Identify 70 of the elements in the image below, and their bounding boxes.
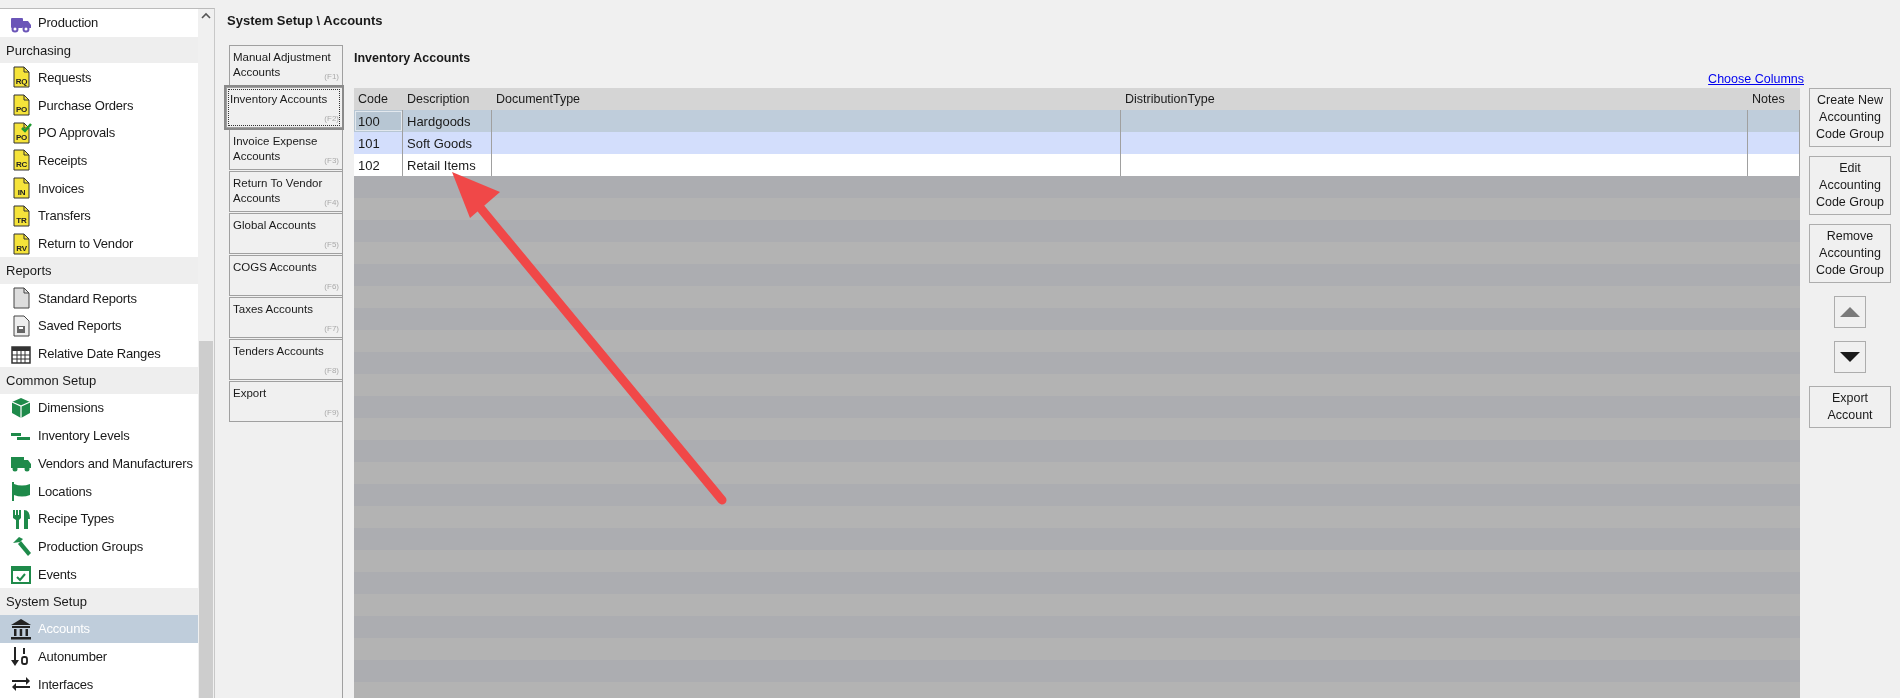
- move-down-button[interactable]: [1834, 341, 1866, 373]
- document-icon: TR: [10, 204, 32, 227]
- column-header[interactable]: DocumentType: [492, 88, 1121, 110]
- tab[interactable]: Export (F9): [229, 381, 342, 422]
- calendar-check-icon: [10, 563, 32, 586]
- action-button[interactable]: Remove Accounting Code Group: [1809, 224, 1891, 283]
- action-button[interactable]: Create New Accounting Code Group: [1809, 88, 1891, 147]
- cube-icon: [10, 396, 32, 419]
- column-header[interactable]: DistributionType: [1121, 88, 1748, 110]
- nav-item-label: Accounts: [38, 621, 90, 637]
- document-icon: RC: [10, 149, 32, 172]
- section-header: Purchasing: [0, 36, 198, 64]
- nav-item-label: Vendors and Manufacturers: [38, 455, 193, 471]
- action-button[interactable]: Edit Accounting Code Group: [1809, 156, 1891, 215]
- document-icon: PO: [10, 94, 32, 117]
- table-cell: 100: [354, 110, 403, 132]
- tab[interactable]: Taxes Accounts (F7): [229, 297, 342, 338]
- column-header[interactable]: Code: [354, 88, 403, 110]
- flag-icon: [10, 480, 32, 503]
- nav-item-label: Locations: [38, 483, 92, 499]
- shortcut-hint: (F1): [324, 71, 339, 83]
- column-header[interactable]: Description: [403, 88, 492, 110]
- bank-icon: [10, 617, 32, 640]
- nav-item-label: Autonumber: [38, 648, 107, 664]
- nav-item-label: Standard Reports: [38, 290, 137, 306]
- triangle-down-icon: [1840, 352, 1860, 362]
- table-row[interactable]: 100 Hardgoods: [354, 110, 1800, 132]
- nav-item-label: Relative Date Ranges: [38, 346, 161, 361]
- section-header: System Setup: [0, 588, 198, 615]
- scrollbar[interactable]: [198, 9, 214, 698]
- fork-knife-icon: [10, 507, 32, 530]
- nav-item-label: Production Groups: [38, 539, 143, 555]
- shortcut-hint: (F9): [324, 407, 339, 419]
- action-button[interactable]: Export Account: [1809, 386, 1891, 428]
- shortcut-hint: (F6): [324, 281, 339, 293]
- nav-item-label: Transfers: [38, 208, 91, 224]
- nav-item-label: Purchase Orders: [38, 97, 134, 113]
- tab[interactable]: Global Accounts (F5): [229, 213, 342, 254]
- tab[interactable]: COGS Accounts (F6): [229, 255, 342, 296]
- document-icon: RQ: [10, 66, 32, 89]
- nav-item-label: Return to Vendor: [38, 236, 134, 252]
- nav-item-label: Events: [38, 566, 77, 582]
- shortcut-hint: (F7): [324, 323, 339, 335]
- nav-item-label: Requests: [38, 69, 92, 85]
- shortcut-hint: (F5): [324, 239, 339, 251]
- nav-item-label: Invoices: [38, 180, 85, 196]
- table-row[interactable]: 102 Retail Items: [354, 154, 1800, 176]
- nav-item-label: Inventory Levels: [38, 428, 130, 444]
- nav-item-label: Interfaces: [38, 676, 94, 692]
- column-header[interactable]: Notes: [1748, 88, 1800, 110]
- nav-item-label: Production: [38, 15, 99, 31]
- document-icon: RV: [10, 232, 32, 255]
- triangle-up-icon: [1840, 307, 1860, 317]
- document-icon: PO: [10, 121, 32, 144]
- nav-item-label: Dimensions: [38, 400, 104, 416]
- levels-icon: [10, 431, 32, 440]
- nav-item-label: Recipe Types: [38, 511, 115, 527]
- tab[interactable]: Manual Adjustment Accounts (F1): [229, 45, 342, 86]
- section-header: Reports: [0, 257, 198, 285]
- nav-item-label: PO Approvals: [38, 125, 116, 141]
- nav-item-label: Saved Reports: [38, 318, 122, 334]
- panel-title: Inventory Accounts: [354, 51, 472, 67]
- choose-columns-link[interactable]: Choose Columns: [1708, 72, 1804, 86]
- section-header: Common Setup: [0, 367, 198, 395]
- breadcrumb: System Setup \ Accounts: [227, 13, 384, 27]
- table-row[interactable]: 101 Soft Goods: [354, 132, 1800, 154]
- nav-item-label: Receipts: [38, 152, 87, 168]
- saved-report-icon: [10, 314, 32, 337]
- document-icon: IN: [10, 177, 32, 200]
- report-icon: [10, 287, 32, 310]
